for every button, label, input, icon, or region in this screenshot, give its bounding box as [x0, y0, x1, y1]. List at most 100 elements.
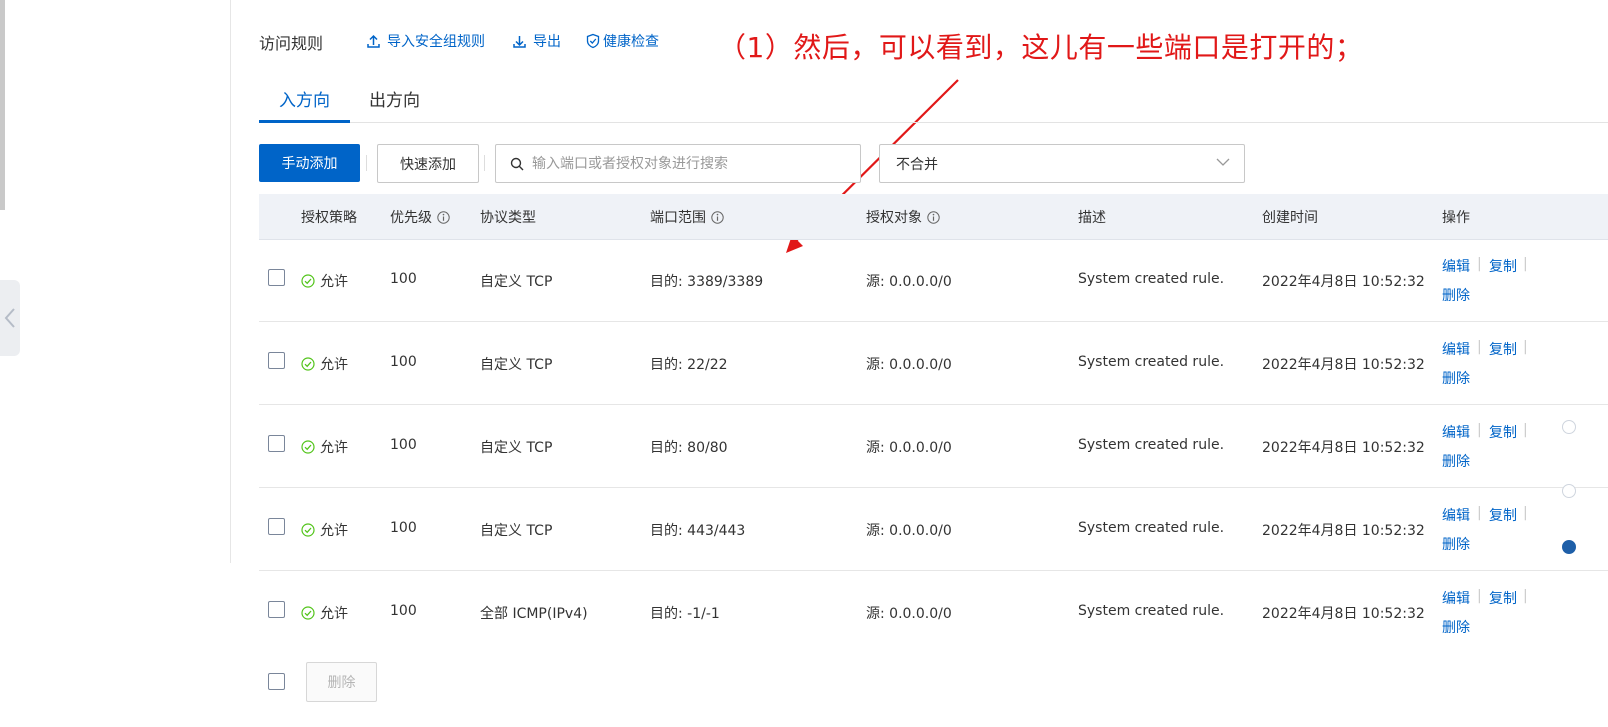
shield-check-icon: [586, 33, 600, 49]
annotation-text: （1）然后，可以看到，这儿有一些端口是打开的；: [718, 31, 1364, 64]
copy-link[interactable]: 复制: [1489, 339, 1517, 359]
edit-link[interactable]: 编辑: [1442, 422, 1470, 442]
column-label: 协议类型: [480, 210, 536, 226]
info-icon[interactable]: [437, 210, 450, 224]
search-box: [495, 144, 861, 183]
description-cell: System created rule.: [1078, 437, 1225, 453]
delete-link[interactable]: 删除: [1442, 368, 1470, 388]
row-checkbox[interactable]: [268, 269, 285, 286]
collapse-panel-button[interactable]: [0, 280, 20, 356]
priority-cell: 100: [390, 437, 417, 453]
created-time-cell: 2022年4月8日 10:52:32: [1262, 523, 1425, 539]
auth-object-cell: 源: 0.0.0.0/0: [866, 357, 952, 373]
import-rules-link[interactable]: 导入安全组规则: [366, 31, 485, 51]
policy-cell: 允许: [301, 603, 348, 623]
action-separator: |: [1523, 505, 1528, 521]
row-checkbox[interactable]: [268, 352, 285, 369]
search-input[interactable]: [530, 154, 834, 173]
export-link[interactable]: 导出: [512, 31, 561, 51]
auth-object-cell: 源: 0.0.0.0/0: [866, 523, 952, 539]
merge-select-value: 不合并: [896, 156, 938, 173]
left-panel: [0, 0, 231, 563]
search-icon: [510, 157, 524, 170]
action-separator: |: [1477, 339, 1482, 355]
policy-label: 允许: [320, 357, 348, 373]
select-all-checkbox[interactable]: [268, 673, 285, 690]
check-circle-icon: [301, 523, 315, 537]
toolbar-separator: [366, 155, 367, 171]
protocol-cell: 全部 ICMP(IPv4): [480, 606, 588, 622]
edit-link[interactable]: 编辑: [1442, 505, 1470, 525]
created-time-cell: 2022年4月8日 10:52:32: [1262, 274, 1425, 290]
policy-label: 允许: [320, 606, 348, 622]
row-divider: [259, 404, 1608, 405]
tab-inbound[interactable]: 入方向: [279, 86, 330, 111]
edit-link[interactable]: 编辑: [1442, 339, 1470, 359]
quick-add-button[interactable]: 快速添加: [377, 144, 479, 183]
delete-link[interactable]: 删除: [1442, 451, 1470, 471]
row-checkbox[interactable]: [268, 601, 285, 618]
batch-delete-button[interactable]: 删除: [306, 662, 377, 702]
merge-select[interactable]: 不合并: [879, 144, 1245, 183]
info-icon[interactable]: [711, 210, 724, 224]
column-label: 授权策略: [301, 210, 357, 226]
row-divider: [259, 321, 1608, 322]
floating-widget[interactable]: [1562, 484, 1576, 498]
delete-link[interactable]: 删除: [1442, 617, 1470, 637]
action-separator: |: [1523, 339, 1528, 355]
page-title: 访问规则: [259, 34, 324, 53]
check-circle-icon: [301, 274, 315, 288]
column-label: 描述: [1078, 210, 1106, 226]
policy-cell: 允许: [301, 520, 348, 540]
toolbar-separator: [484, 155, 485, 171]
port-range-cell: 目的: 3389/3389: [650, 274, 764, 290]
left-scrollbar[interactable]: [0, 0, 5, 210]
column-policy: 授权策略: [301, 207, 357, 227]
floating-widget[interactable]: [1562, 420, 1576, 434]
export-icon: [513, 35, 526, 48]
column-port-range: 端口范围: [650, 207, 724, 227]
health-check-link[interactable]: 健康检查: [585, 31, 659, 51]
import-icon: [367, 34, 380, 48]
priority-cell: 100: [390, 603, 417, 619]
delete-link[interactable]: 删除: [1442, 534, 1470, 554]
auth-object-cell: 源: 0.0.0.0/0: [866, 606, 952, 622]
import-rules-label: 导入安全组规则: [387, 34, 485, 50]
copy-link[interactable]: 复制: [1489, 256, 1517, 276]
info-icon[interactable]: [927, 210, 940, 224]
protocol-cell: 自定义 TCP: [480, 440, 553, 456]
row-divider: [259, 487, 1608, 488]
export-label: 导出: [533, 34, 561, 50]
auth-object-cell: 源: 0.0.0.0/0: [866, 440, 952, 456]
action-separator: |: [1523, 422, 1528, 438]
copy-link[interactable]: 复制: [1489, 422, 1517, 442]
edit-link[interactable]: 编辑: [1442, 256, 1470, 276]
policy-label: 允许: [320, 440, 348, 456]
row-checkbox[interactable]: [268, 435, 285, 452]
copy-link[interactable]: 复制: [1489, 505, 1517, 525]
manual-add-button[interactable]: 手动添加: [259, 144, 360, 182]
copy-link[interactable]: 复制: [1489, 588, 1517, 608]
check-circle-icon: [301, 606, 315, 620]
edit-link[interactable]: 编辑: [1442, 588, 1470, 608]
tabs-divider: [259, 122, 1608, 123]
policy-label: 允许: [320, 523, 348, 539]
row-divider: [259, 570, 1608, 571]
created-time-cell: 2022年4月8日 10:52:32: [1262, 606, 1425, 622]
port-range-cell: 目的: 443/443: [650, 523, 746, 539]
health-check-label: 健康检查: [603, 34, 659, 50]
protocol-cell: 自定义 TCP: [480, 274, 553, 290]
column-label: 操作: [1442, 210, 1470, 226]
delete-link[interactable]: 删除: [1442, 285, 1470, 305]
action-separator: |: [1477, 505, 1482, 521]
column-actions: 操作: [1442, 207, 1470, 227]
description-cell: System created rule.: [1078, 354, 1225, 370]
column-priority: 优先级: [390, 207, 450, 227]
row-checkbox[interactable]: [268, 518, 285, 535]
port-range-cell: 目的: 80/80: [650, 440, 728, 456]
action-separator: |: [1477, 256, 1482, 272]
policy-cell: 允许: [301, 437, 348, 457]
chevron-down-icon: [1216, 158, 1230, 166]
floating-widget[interactable]: [1562, 540, 1576, 554]
tab-outbound[interactable]: 出方向: [369, 86, 420, 111]
